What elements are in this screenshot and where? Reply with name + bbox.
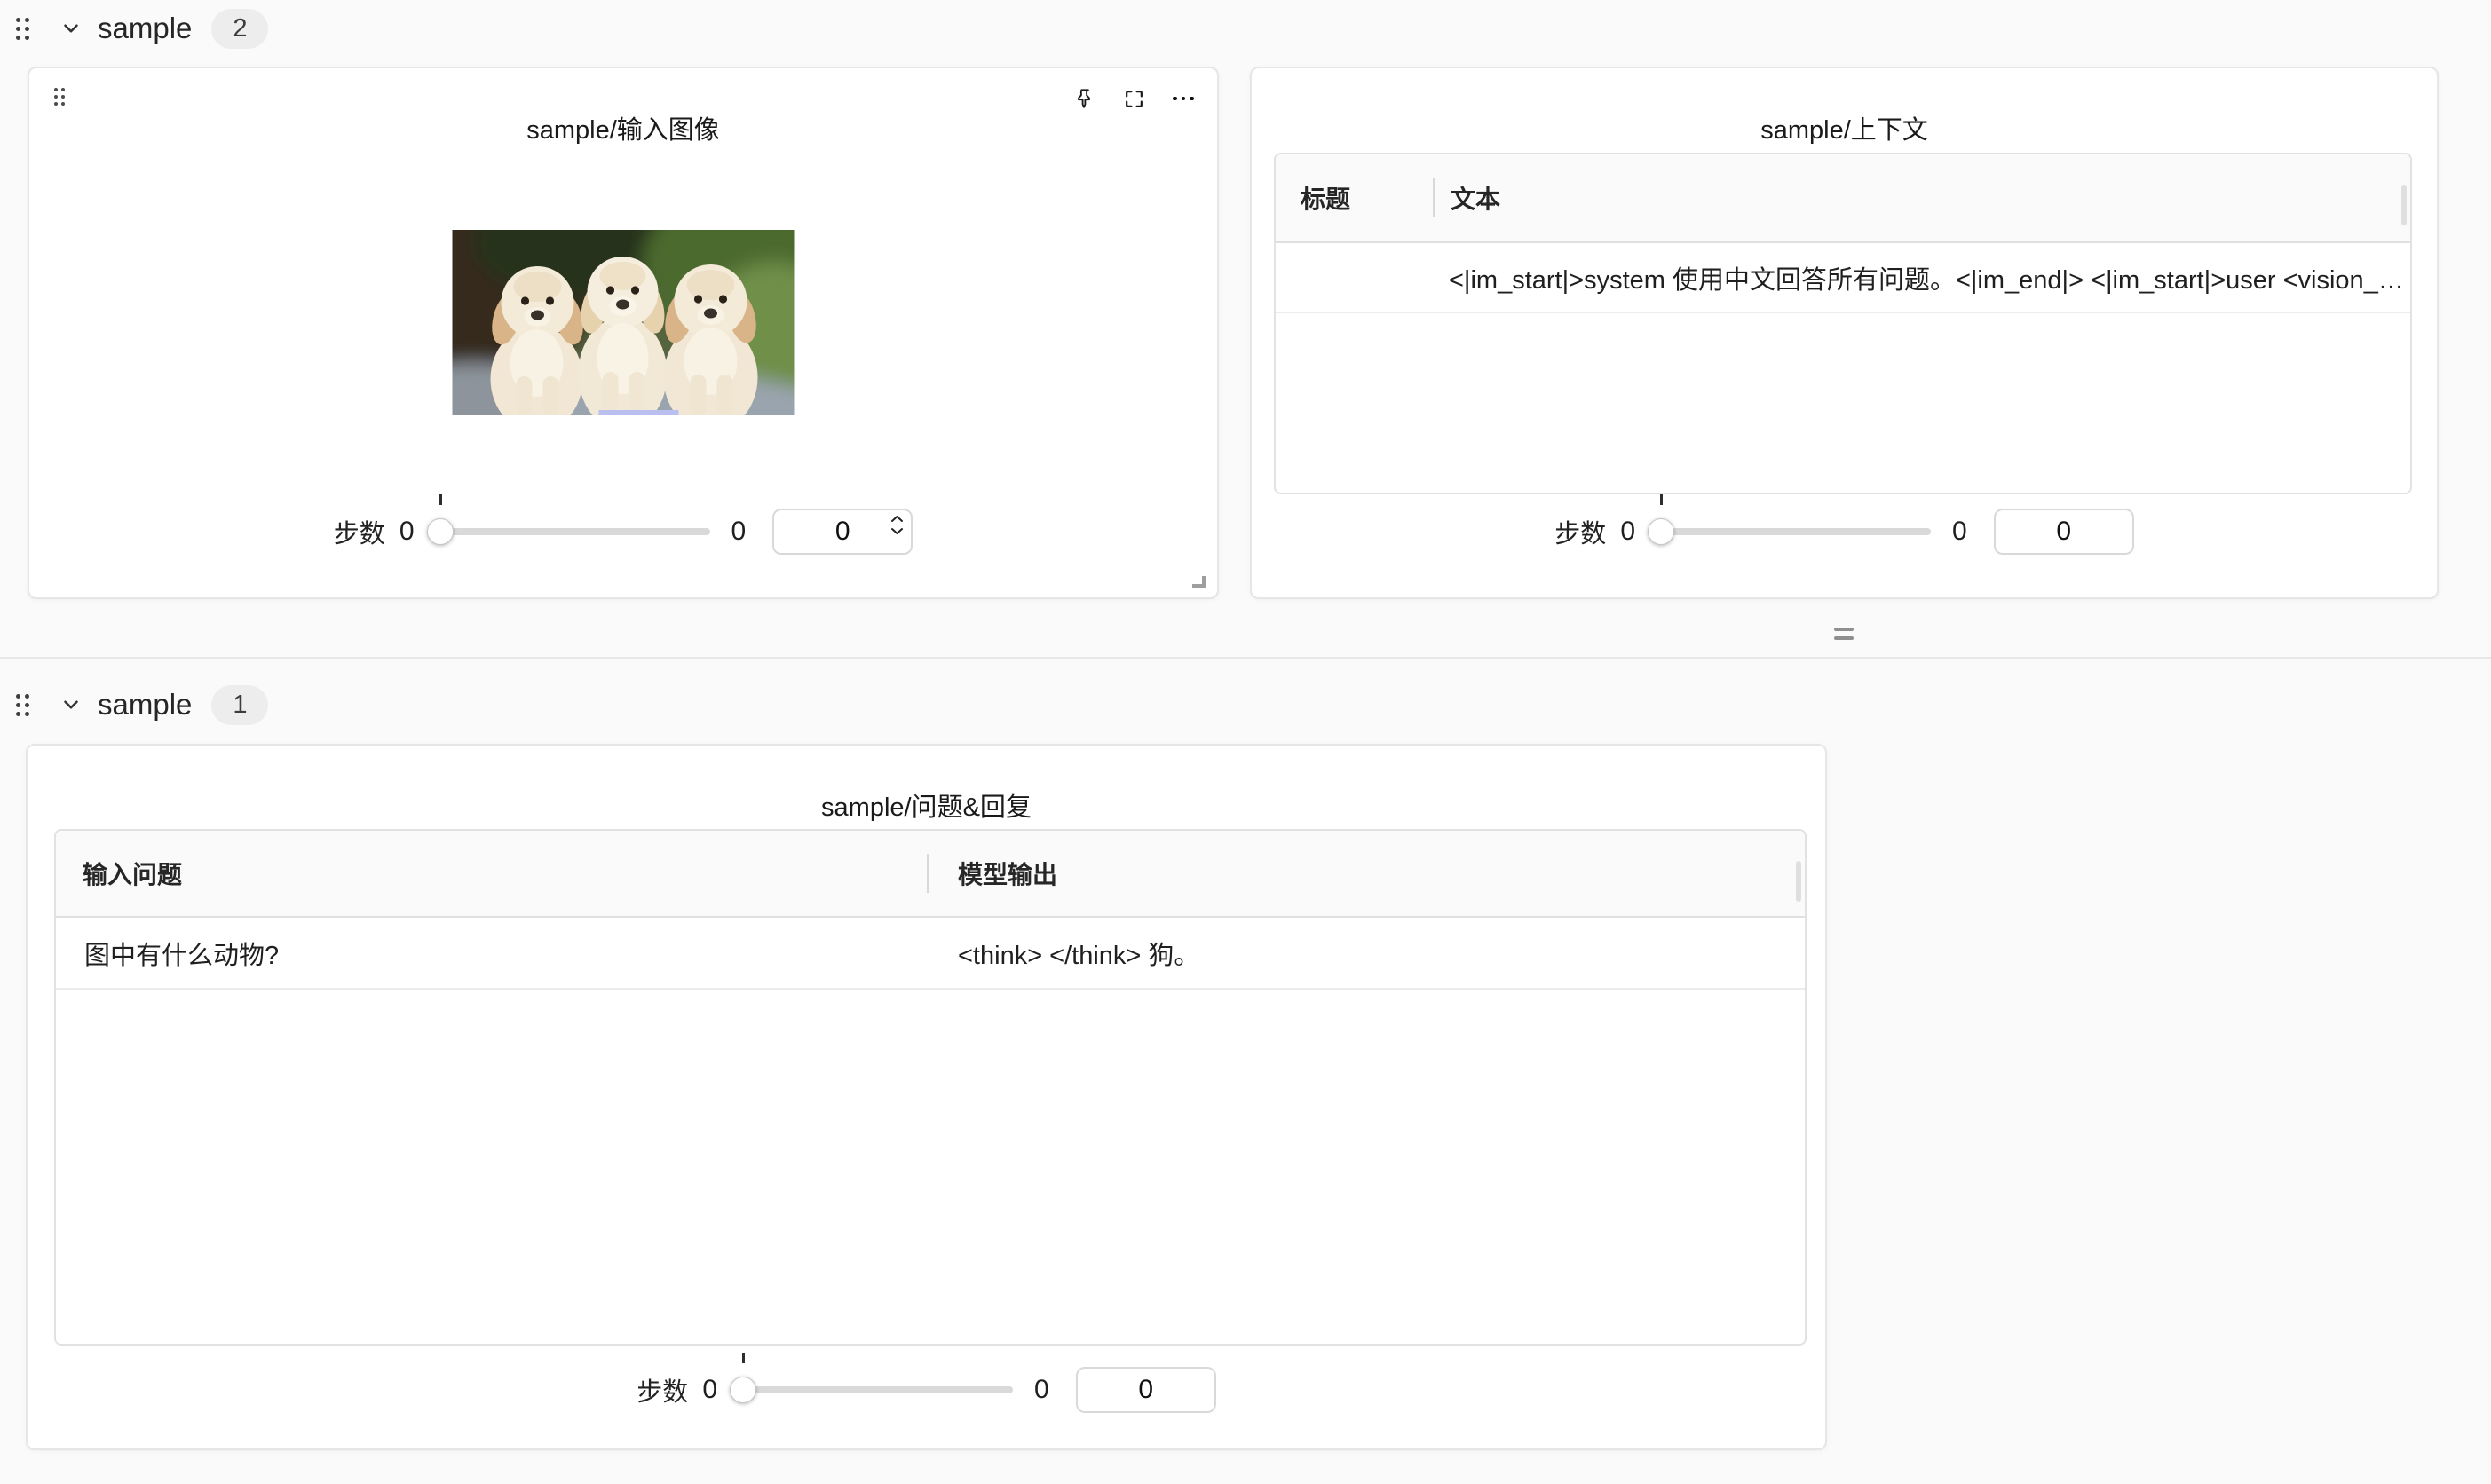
- slider-tick: [742, 1353, 745, 1363]
- steps-slider[interactable]: [1651, 509, 1931, 555]
- context-table: 标题 文本 <|im_start|>system 使用中文回答所有问题。<|im…: [1274, 153, 2412, 494]
- puppies-photo: [453, 230, 795, 415]
- stepper-arrows[interactable]: [890, 515, 904, 535]
- steps-max-value: 0: [731, 517, 747, 547]
- steps-control: 步数 0 0: [1252, 509, 2437, 555]
- chevron-down-icon: [890, 527, 904, 535]
- steps-max-value: 0: [1952, 517, 1967, 547]
- table-header-row: 标题 文本: [1276, 154, 2410, 243]
- steps-min-value: 0: [399, 517, 415, 547]
- drag-handle-icon[interactable]: [16, 694, 29, 716]
- section-resize-handle-icon[interactable]: [1834, 628, 1854, 640]
- section-header-sample-1: sample 1: [16, 683, 268, 726]
- qa-table: 输入问题 模型输出 图中有什么动物? <think> </think> 狗。: [54, 829, 1807, 1346]
- qa-panel: sample/问题&回复 输入问题 模型输出 图中有什么动物? <think> …: [26, 744, 1827, 1450]
- section-title: sample: [98, 688, 192, 722]
- table-scrollbar-thumb[interactable]: [2401, 185, 2407, 225]
- column-header-output: 模型输出: [929, 856, 1057, 891]
- cell-question: 图中有什么动物?: [56, 935, 927, 972]
- steps-slider[interactable]: [431, 509, 710, 555]
- steps-label: 步数: [637, 1371, 688, 1409]
- steps-control: 步数 0 0: [28, 1367, 1825, 1413]
- cell-output: <think> </think> 狗。: [927, 935, 1805, 972]
- steps-min-value: 0: [702, 1375, 717, 1405]
- panel-actions: [1072, 86, 1196, 111]
- steps-control: 步数 0 0: [29, 509, 1217, 555]
- steps-number-field: [1076, 1367, 1216, 1413]
- section-header-sample-2: sample 2: [16, 7, 268, 50]
- steps-number-field: [1994, 509, 2134, 555]
- slider-tick: [439, 494, 442, 505]
- table-header-row: 输入问题 模型输出: [56, 831, 1805, 918]
- section-divider: [0, 657, 2491, 659]
- drag-handle-icon[interactable]: [16, 18, 29, 40]
- column-header-text: 文本: [1435, 180, 1500, 216]
- steps-label: 步数: [334, 513, 385, 550]
- cell-text: <|im_start|>system 使用中文回答所有问题。<|im_end|>…: [1449, 259, 2410, 296]
- fullscreen-icon[interactable]: [1121, 86, 1146, 111]
- panel-title: sample/输入图像: [29, 109, 1217, 146]
- column-header-question: 输入问题: [56, 856, 927, 891]
- slider-thumb[interactable]: [730, 1377, 756, 1403]
- section-title: sample: [98, 12, 192, 45]
- pin-icon[interactable]: [1072, 86, 1096, 111]
- input-image[interactable]: [453, 230, 795, 415]
- slider-track[interactable]: [1651, 528, 1931, 535]
- panel-title: sample/上下文: [1252, 109, 2437, 146]
- steps-slider[interactable]: [733, 1367, 1013, 1413]
- panel-resize-handle-icon[interactable]: [1192, 576, 1206, 588]
- more-options-icon[interactable]: [1171, 86, 1196, 111]
- slider-track[interactable]: [733, 1386, 1013, 1393]
- drag-handle-icon[interactable]: [54, 88, 65, 106]
- steps-min-value: 0: [1620, 517, 1635, 547]
- slider-thumb[interactable]: [1648, 518, 1674, 545]
- steps-input[interactable]: [1076, 1367, 1216, 1413]
- panel-count-badge: 1: [211, 685, 268, 725]
- column-header-title: 标题: [1276, 180, 1433, 216]
- chevron-down-icon[interactable]: [59, 17, 83, 40]
- input-image-panel: sample/输入图像: [28, 67, 1219, 599]
- slider-tick: [1660, 494, 1663, 505]
- steps-label: 步数: [1554, 513, 1606, 550]
- context-panel: sample/上下文 标题 文本 <|im_start|>system 使用中文…: [1250, 67, 2439, 599]
- chevron-up-icon: [890, 515, 904, 523]
- steps-max-value: 0: [1034, 1375, 1049, 1405]
- slider-track[interactable]: [431, 528, 710, 535]
- panel-title: sample/问题&回复: [28, 786, 1825, 824]
- slider-thumb[interactable]: [427, 518, 454, 545]
- panel-count-badge: 2: [211, 9, 268, 49]
- table-row: 图中有什么动物? <think> </think> 狗。: [56, 918, 1805, 990]
- steps-number-field: [772, 509, 913, 555]
- steps-input[interactable]: [1994, 509, 2134, 555]
- table-scrollbar-thumb[interactable]: [1796, 861, 1801, 902]
- table-row: <|im_start|>system 使用中文回答所有问题。<|im_end|>…: [1276, 243, 2410, 313]
- chevron-down-icon[interactable]: [59, 693, 83, 716]
